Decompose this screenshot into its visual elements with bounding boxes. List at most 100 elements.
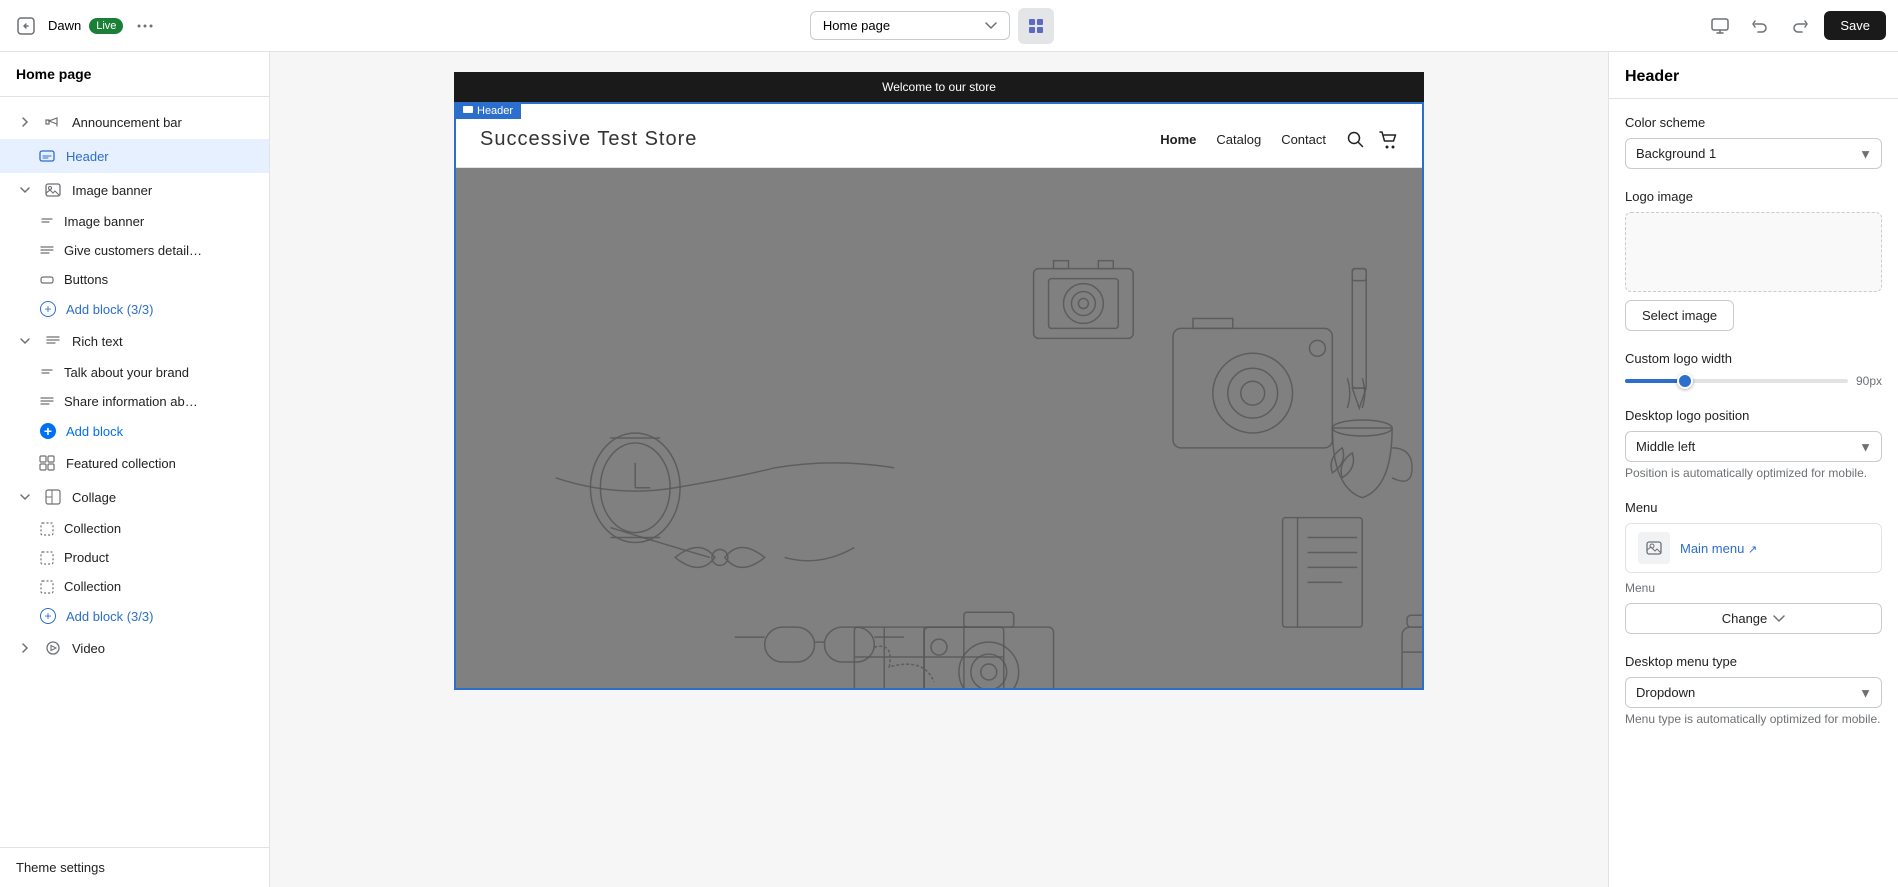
sidebar-subitem-product[interactable]: Product <box>0 543 269 572</box>
sidebar-subitem-talk-brand[interactable]: Talk about your brand <box>0 358 269 387</box>
theme-settings-button[interactable]: Theme settings <box>16 860 105 875</box>
sidebar-item-header[interactable]: Header <box>0 139 269 173</box>
color-scheme-section: Color scheme Background 1 Background 2 I… <box>1625 115 1882 169</box>
topbar: Dawn Live Home page <box>0 0 1898 52</box>
right-panel: Header Color scheme Background 1 Backgro… <box>1608 52 1898 887</box>
add-block-image-banner[interactable]: + Add block (3/3) <box>0 294 269 324</box>
main-menu-label[interactable]: Main menu ↗ <box>1680 541 1869 556</box>
collage-icon <box>44 488 62 506</box>
plus-icon-collage: + <box>40 608 56 624</box>
sidebar-subitem-image-banner-title[interactable]: Image banner <box>0 207 269 236</box>
megaphone-icon <box>44 113 62 131</box>
position-note: Position is automatically optimized for … <box>1625 466 1882 480</box>
video-label: Video <box>72 641 105 656</box>
header-label: Header <box>66 149 109 164</box>
back-icon[interactable] <box>12 12 40 40</box>
more-options-button[interactable] <box>131 12 159 40</box>
sidebar-nav: Announcement bar Header <box>0 97 269 847</box>
desktop-menu-type-wrapper: Dropdown Mega menu ▼ <box>1625 677 1882 708</box>
collage-label: Collage <box>72 490 116 505</box>
monitor-button[interactable] <box>1704 10 1736 42</box>
sidebar-footer: Theme settings <box>0 847 269 887</box>
right-panel-content: Color scheme Background 1 Background 2 I… <box>1609 99 1898 887</box>
canvas-scroll: Welcome to our store Header Successive T… <box>270 52 1608 887</box>
chevron-down-icon-collage <box>16 488 34 506</box>
store-nav: Home Catalog Contact <box>1160 132 1326 147</box>
external-link-icon: ↗ <box>1748 544 1757 556</box>
add-block-collage[interactable]: + Add block (3/3) <box>0 601 269 631</box>
spacer-icon <box>16 147 28 165</box>
featured-collection-label: Featured collection <box>66 456 176 471</box>
rich-text-icon <box>44 332 62 350</box>
nav-home[interactable]: Home <box>1160 132 1196 147</box>
desktop-menu-type-select[interactable]: Dropdown Mega menu <box>1625 677 1882 708</box>
topbar-right: Save <box>1704 10 1886 42</box>
sidebar-subitem-share-info[interactable]: Share information about your... <box>0 387 269 416</box>
main-menu-row: Main menu ↗ <box>1625 523 1882 573</box>
change-button[interactable]: Change <box>1625 603 1882 634</box>
desktop-logo-position-section: Desktop logo position Middle left Top le… <box>1625 408 1882 480</box>
topbar-center: Home page <box>171 8 1692 44</box>
desktop-logo-position-wrapper: Middle left Top left Top center ▼ <box>1625 431 1882 462</box>
sidebar-item-featured-collection[interactable]: Featured collection <box>0 446 269 480</box>
welcome-bar: Welcome to our store <box>454 72 1424 102</box>
sidebar-subitem-give-customers[interactable]: Give customers details about ... <box>0 236 269 265</box>
chevron-down-icon-rich-text <box>16 332 34 350</box>
logo-width-value: 90px <box>1856 374 1882 388</box>
grid-view-button[interactable] <box>1018 8 1054 44</box>
sidebar-subitem-buttons[interactable]: Buttons <box>0 265 269 294</box>
chevron-right-icon-video <box>16 639 34 657</box>
sidebar-subitem-collection-1[interactable]: Collection <box>0 514 269 543</box>
search-icon[interactable] <box>1346 130 1366 150</box>
right-panel-title: Header <box>1609 52 1898 99</box>
header-section-label: Header <box>455 103 521 119</box>
desktop-menu-type-section: Desktop menu type Dropdown Mega menu ▼ M… <box>1625 654 1882 726</box>
sidebar-item-collage[interactable]: Collage <box>0 480 269 514</box>
plus-filled-icon: + <box>40 423 56 439</box>
store-header: Successive Test Store Home Catalog Conta… <box>456 104 1422 168</box>
logo-image-drop-area <box>1625 212 1882 292</box>
page-selector[interactable]: Home page <box>810 11 1010 40</box>
cart-icon[interactable] <box>1378 130 1398 150</box>
store-nav-icons <box>1346 130 1398 150</box>
redo-button[interactable] <box>1784 10 1816 42</box>
canvas-area: Welcome to our store Header Successive T… <box>270 52 1608 887</box>
menu-section: Menu Main menu ↗ Menu <box>1625 500 1882 634</box>
left-sidebar: Home page Announcement bar <box>0 52 270 887</box>
menu-label: Menu <box>1625 500 1882 515</box>
spacer-icon-fc <box>16 454 28 472</box>
plus-icon: + <box>40 301 56 317</box>
menu-icon-box <box>1638 532 1670 564</box>
sidebar-item-rich-text[interactable]: Rich text <box>0 324 269 358</box>
color-scheme-select[interactable]: Background 1 Background 2 Inverse Accent… <box>1625 138 1882 169</box>
nav-catalog[interactable]: Catalog <box>1216 132 1261 147</box>
desktop-logo-position-label: Desktop logo position <box>1625 408 1882 423</box>
add-block-rich-text[interactable]: + Add block <box>0 416 269 446</box>
video-icon <box>44 639 62 657</box>
select-image-button[interactable]: Select image <box>1625 300 1734 331</box>
image-banner-label: Image banner <box>72 183 152 198</box>
color-scheme-select-wrapper: Background 1 Background 2 Inverse Accent… <box>1625 138 1882 169</box>
logo-width-slider[interactable] <box>1625 379 1848 383</box>
undo-button[interactable] <box>1744 10 1776 42</box>
color-scheme-label: Color scheme <box>1625 115 1882 130</box>
custom-logo-width-section: Custom logo width 90px <box>1625 351 1882 388</box>
store-frame: Header Successive Test Store Home Catalo… <box>454 102 1424 690</box>
store-banner-image: Image banner Give customers details abou… <box>456 168 1422 688</box>
sidebar-subitem-collection-2[interactable]: Collection <box>0 572 269 601</box>
live-badge: Live <box>89 18 123 34</box>
logo-image-label: Logo image <box>1625 189 1882 204</box>
sidebar-title: Home page <box>0 52 269 97</box>
sidebar-item-video[interactable]: Video <box>0 631 269 665</box>
rich-text-label: Rich text <box>72 334 123 349</box>
save-button[interactable]: Save <box>1824 11 1886 40</box>
page-selector-value: Home page <box>823 18 890 33</box>
sidebar-item-announcement-bar[interactable]: Announcement bar <box>0 105 269 139</box>
sidebar-item-image-banner[interactable]: Image banner <box>0 173 269 207</box>
logo-width-slider-row: 90px <box>1625 374 1882 388</box>
store-logo: Successive Test Store <box>480 128 1160 151</box>
topbar-left: Dawn Live <box>12 12 159 40</box>
chevron-down-icon <box>16 181 34 199</box>
nav-contact[interactable]: Contact <box>1281 132 1326 147</box>
desktop-logo-position-select[interactable]: Middle left Top left Top center <box>1625 431 1882 462</box>
